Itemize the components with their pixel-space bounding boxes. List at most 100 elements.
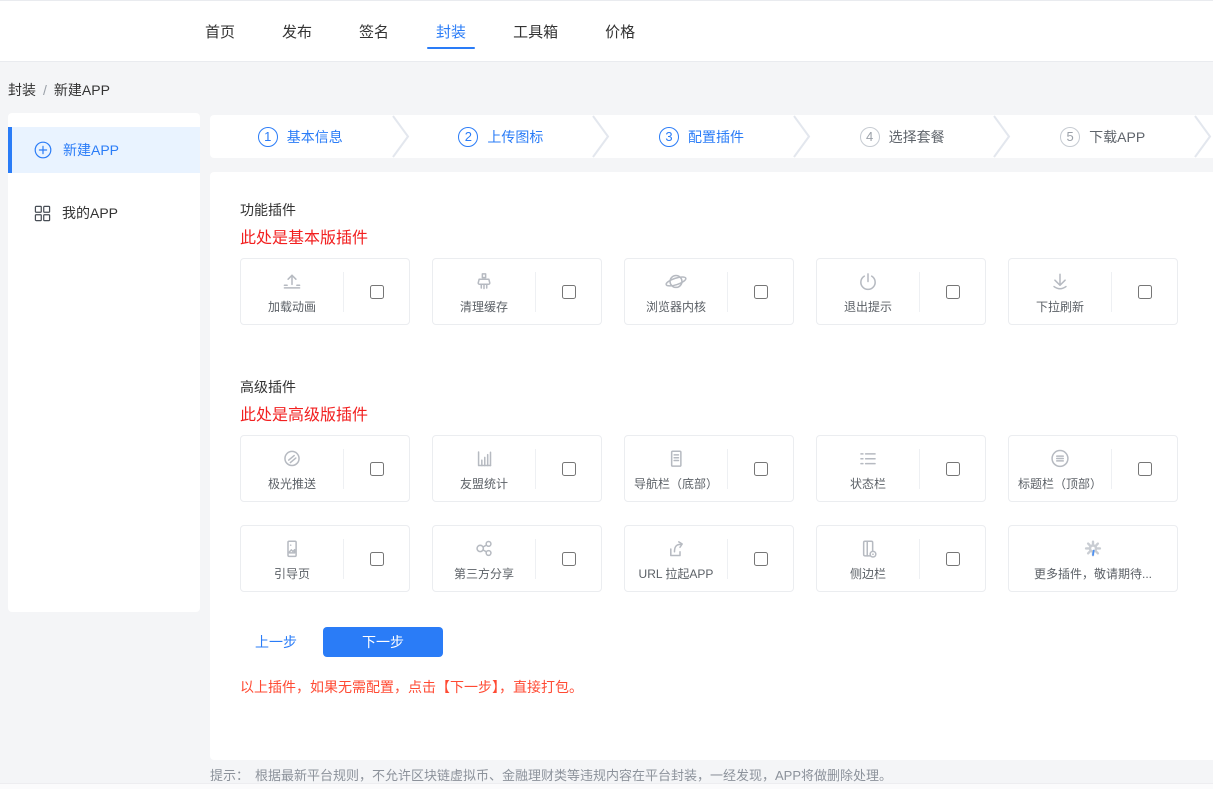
chevron-right-icon bbox=[591, 115, 611, 158]
nav-item-home[interactable]: 首页 bbox=[205, 0, 235, 62]
advanced-plugins-row-2: 引导页 第三方分享 bbox=[240, 525, 1183, 592]
plugin-card-statusbar[interactable]: 状态栏 bbox=[816, 435, 986, 502]
plugin-card-navbar-bottom[interactable]: 导航栏（底部） bbox=[624, 435, 794, 502]
sidebar: 新建APP 我的APP bbox=[8, 113, 200, 612]
plugin-checkbox[interactable] bbox=[754, 462, 768, 476]
sidebar-item-label: 新建APP bbox=[63, 140, 119, 160]
plugin-info: 退出提示 bbox=[817, 268, 919, 315]
chevron-right-icon bbox=[792, 115, 812, 158]
nav-item-package[interactable]: 封装 bbox=[436, 0, 466, 62]
plugin-card-umeng-stats[interactable]: 友盟统计 bbox=[432, 435, 602, 502]
plugin-checkbox[interactable] bbox=[370, 462, 384, 476]
plugin-card-guide-page[interactable]: 引导页 bbox=[240, 525, 410, 592]
plugin-info: 下拉刷新 bbox=[1009, 268, 1111, 315]
plugin-checkbox[interactable] bbox=[946, 552, 960, 566]
plugin-card-sidebar[interactable]: 侧边栏 bbox=[816, 525, 986, 592]
breadcrumb-section[interactable]: 封装 bbox=[8, 82, 36, 98]
plugin-card-jpush[interactable]: 极光推送 bbox=[240, 435, 410, 502]
step-label: 上传图标 bbox=[487, 127, 543, 147]
plugin-checkbox[interactable] bbox=[562, 285, 576, 299]
prev-step-link[interactable]: 上一步 bbox=[255, 632, 297, 652]
plugin-checkbox[interactable] bbox=[946, 462, 960, 476]
plugin-label: 状态栏 bbox=[850, 475, 886, 492]
sidebar-item-my-app[interactable]: 我的APP bbox=[8, 190, 200, 236]
plugin-info: 浏览器内核 bbox=[625, 268, 727, 315]
plugin-checkbox[interactable] bbox=[562, 462, 576, 476]
basic-plugins-row: 加载动画 清理缓存 bbox=[240, 258, 1183, 325]
plugin-card-browser-kernel[interactable]: 浏览器内核 bbox=[624, 258, 794, 325]
breadcrumb: 封装 / 新建APP bbox=[8, 80, 110, 100]
browser-kernel-icon bbox=[663, 268, 689, 296]
plugin-checkbox-area bbox=[920, 285, 985, 299]
plugin-checkbox[interactable] bbox=[1138, 462, 1152, 476]
clear-cache-icon bbox=[471, 268, 497, 296]
section-title-advanced-plugins: 高级插件 bbox=[240, 377, 1183, 397]
plugin-card-url-launch-app[interactable]: URL 拉起APP bbox=[624, 525, 794, 592]
nav-item-price[interactable]: 价格 bbox=[605, 0, 635, 62]
plugin-card-pull-refresh[interactable]: 下拉刷新 bbox=[1008, 258, 1178, 325]
nav-item-publish[interactable]: 发布 bbox=[282, 0, 312, 62]
plugin-label: 浏览器内核 bbox=[646, 298, 706, 315]
plugin-info: 导航栏（底部） bbox=[625, 445, 727, 492]
sidebar-item-new-app[interactable]: 新建APP bbox=[8, 127, 200, 173]
step-number: 1 bbox=[258, 127, 278, 147]
breadcrumb-current: 新建APP bbox=[54, 82, 110, 98]
plugin-checkbox-area bbox=[728, 462, 793, 476]
plugin-info: 标题栏（顶部） bbox=[1009, 445, 1111, 492]
plugin-label: 导航栏（底部） bbox=[634, 475, 718, 492]
plugin-info: 加载动画 bbox=[241, 268, 343, 315]
plugin-checkbox[interactable] bbox=[946, 285, 960, 299]
section-note-basic: 此处是基本版插件 bbox=[240, 228, 1183, 250]
plugin-label: 侧边栏 bbox=[850, 565, 886, 582]
umeng-stats-icon bbox=[471, 445, 497, 473]
tip-text: 根据最新平台规则，不允许区块链虚拟币、金融理财类等违规内容在平台封装，一经发现，… bbox=[255, 768, 892, 783]
plugin-card-exit-prompt[interactable]: 退出提示 bbox=[816, 258, 986, 325]
plugin-checkbox[interactable] bbox=[370, 552, 384, 566]
step-select-plan[interactable]: 4 选择套餐 bbox=[812, 115, 993, 158]
step-configure-plugins[interactable]: 3 配置插件 bbox=[611, 115, 792, 158]
plugin-checkbox-area bbox=[728, 552, 793, 566]
plugin-config-panel: 功能插件 此处是基本版插件 加载动画 bbox=[210, 172, 1213, 760]
plugin-info: 清理缓存 bbox=[433, 268, 535, 315]
plugin-checkbox[interactable] bbox=[754, 552, 768, 566]
nav-item-signature[interactable]: 签名 bbox=[359, 0, 389, 62]
plugin-label: 加载动画 bbox=[268, 298, 316, 315]
grid-icon bbox=[34, 205, 51, 222]
steps-wizard: 1 基本信息 2 上传图标 3 配置插件 4 选择套餐 5 下载APP bbox=[210, 115, 1213, 158]
plugin-card-loading-animation[interactable]: 加载动画 bbox=[240, 258, 410, 325]
plugin-info: 状态栏 bbox=[817, 445, 919, 492]
plugin-checkbox[interactable] bbox=[1138, 285, 1152, 299]
plugin-checkbox-area bbox=[920, 462, 985, 476]
plugin-card-more-plugins[interactable]: 更多插件，敬请期待... bbox=[1008, 525, 1178, 592]
section-note-advanced: 此处是高级版插件 bbox=[240, 405, 1183, 427]
plugin-checkbox[interactable] bbox=[754, 285, 768, 299]
statusbar-icon bbox=[855, 445, 881, 473]
pull-refresh-icon bbox=[1047, 268, 1073, 296]
step-download-app[interactable]: 5 下载APP bbox=[1012, 115, 1193, 158]
step-number: 3 bbox=[659, 127, 679, 147]
loading-animation-icon bbox=[279, 268, 305, 296]
plugin-checkbox[interactable] bbox=[370, 285, 384, 299]
nav-item-toolbox[interactable]: 工具箱 bbox=[513, 0, 558, 62]
next-step-button[interactable]: 下一步 bbox=[323, 627, 443, 657]
plugin-label: 更多插件，敬请期待... bbox=[1034, 565, 1152, 582]
breadcrumb-separator: / bbox=[43, 82, 47, 98]
plugin-label: 退出提示 bbox=[844, 298, 892, 315]
navbar-bottom-icon bbox=[663, 445, 689, 473]
step-basic-info[interactable]: 1 基本信息 bbox=[210, 115, 391, 158]
app-packaging-page: 首页 发布 签名 封装 工具箱 价格 封装/新建APP 新建APP 我的APP … bbox=[0, 0, 1213, 789]
step-number: 5 bbox=[1060, 127, 1080, 147]
plugin-checkbox-area bbox=[728, 285, 793, 299]
plugin-checkbox[interactable] bbox=[562, 552, 576, 566]
plugin-card-clear-cache[interactable]: 清理缓存 bbox=[432, 258, 602, 325]
sidebar-plugin-icon bbox=[855, 535, 881, 563]
plugin-card-titlebar-top[interactable]: 标题栏（顶部） bbox=[1008, 435, 1178, 502]
chevron-right-icon bbox=[1193, 115, 1213, 158]
plugin-card-third-party-share[interactable]: 第三方分享 bbox=[432, 525, 602, 592]
plugin-checkbox-area bbox=[536, 462, 601, 476]
step-label: 选择套餐 bbox=[889, 127, 945, 147]
plugin-info: 第三方分享 bbox=[433, 535, 535, 582]
third-party-share-icon bbox=[471, 535, 497, 563]
step-upload-icon[interactable]: 2 上传图标 bbox=[411, 115, 592, 158]
url-launch-icon bbox=[663, 535, 689, 563]
